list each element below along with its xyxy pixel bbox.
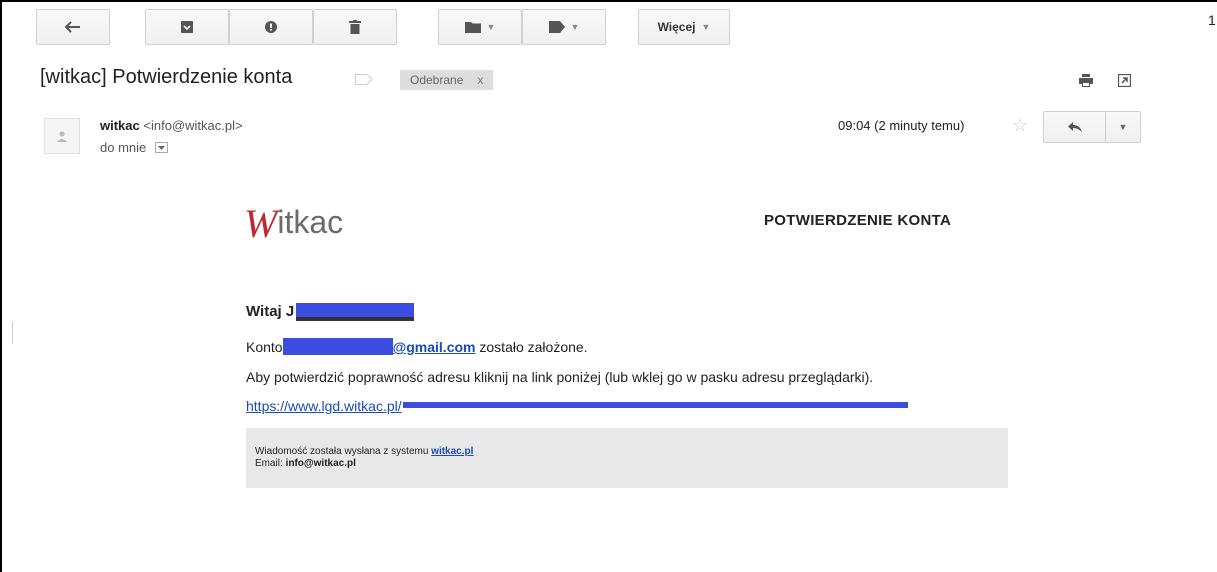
sender-name[interactable]: witkac: [100, 118, 140, 133]
logo-letter: W: [244, 201, 278, 246]
sender-avatar[interactable]: [44, 118, 80, 154]
trash-icon: [349, 20, 361, 34]
tag-icon: [548, 21, 565, 33]
recipient-text: do mnie: [100, 140, 147, 155]
report-spam-button[interactable]: [229, 9, 313, 45]
email-heading: POTWIERDZENIE KONTA: [764, 212, 952, 229]
folder-icon: [464, 22, 481, 33]
labels-button[interactable]: ▼: [522, 9, 606, 45]
footer-site-link[interactable]: witkac.pl: [431, 446, 473, 457]
move-to-button[interactable]: ▼: [438, 9, 522, 45]
reply-icon: [1067, 122, 1082, 132]
account-email-link[interactable]: @gmail.com: [393, 339, 476, 355]
redacted-name: [296, 303, 415, 322]
witkac-logo: Witkac: [244, 201, 344, 246]
new-window-icon[interactable]: [1117, 73, 1132, 92]
email-subject: [witkac] Potwierdzenie konta: [40, 66, 293, 88]
more-label: Więcej: [657, 20, 696, 34]
more-button[interactable]: Więcej ▼: [638, 9, 730, 45]
person-icon: [57, 131, 67, 142]
reply-more-button[interactable]: ▼: [1106, 112, 1140, 142]
back-to-inbox-button[interactable]: [36, 9, 110, 45]
inbox-label-chip[interactable]: Odebrane x: [400, 70, 494, 90]
reply-button-group: ▼: [1043, 111, 1141, 143]
chevron-down-icon: ▼: [486, 22, 496, 32]
confirmation-link[interactable]: https://www.lgd.witkac.pl/: [246, 398, 908, 414]
email-footer: Wiadomość została wysłana z systemu witk…: [246, 428, 1008, 488]
window-frame-top: [0, 0, 1217, 2]
redacted-email: [282, 338, 393, 355]
account-created-line: Konto @gmail.com zostało założone.: [246, 338, 588, 355]
window-frame-left: [0, 0, 2, 572]
greeting-text: Witaj J: [246, 303, 295, 320]
konto-prefix: Konto: [246, 339, 283, 355]
chevron-down-icon: ▼: [570, 22, 580, 32]
footer-email-line: Email: info@witkac.pl: [255, 458, 356, 469]
print-icon[interactable]: [1079, 74, 1093, 92]
redacted-link: [402, 402, 908, 408]
sender-email: <info@witkac.pl>: [143, 118, 243, 133]
star-icon[interactable]: ☆: [1012, 115, 1028, 136]
spam-icon: [265, 21, 277, 33]
footer-text: Wiadomość została wysłana z systemu: [255, 446, 432, 457]
reply-button[interactable]: [1044, 112, 1106, 142]
recipient-info: do mnie: [100, 140, 169, 155]
chevron-down-icon: ▼: [701, 22, 711, 32]
konto-suffix: zostało założone.: [475, 339, 588, 355]
message-counter: 1: [1208, 12, 1216, 28]
label-outline-icon[interactable]: [355, 72, 373, 90]
footer-email: info@witkac.pl: [285, 458, 356, 469]
message-time: 09:04 (2 minuty temu): [838, 118, 965, 133]
arrow-left-icon: [65, 21, 80, 33]
chevron-down-icon: ▼: [1118, 122, 1128, 132]
instruction-text: Aby potwierdzić poprawność adresu klikni…: [246, 369, 874, 385]
scroll-marker: [12, 322, 13, 344]
archive-icon: [181, 21, 193, 33]
logo-text: itkac: [277, 204, 344, 240]
confirmation-link-text[interactable]: https://www.lgd.witkac.pl/: [246, 398, 402, 414]
remove-label-icon[interactable]: x: [477, 73, 483, 87]
greeting: Witaj J: [246, 303, 415, 322]
label-chip-text: Odebrane: [410, 73, 464, 87]
chevron-down-icon: [158, 145, 166, 150]
sender-info: witkac <info@witkac.pl>: [100, 118, 243, 133]
footer-email-label: Email:: [255, 458, 286, 469]
delete-button[interactable]: [313, 9, 397, 45]
show-details-button[interactable]: [155, 142, 169, 153]
archive-button[interactable]: [145, 9, 229, 45]
footer-sent-line: Wiadomość została wysłana z systemu witk…: [255, 446, 473, 457]
